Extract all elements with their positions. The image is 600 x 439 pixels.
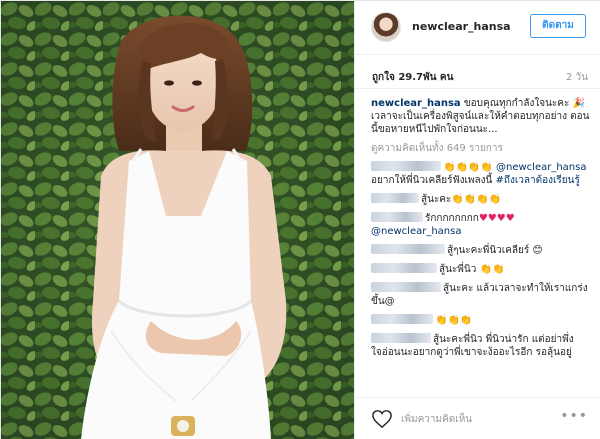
comment-item: สู้นะคะ แล้วเวลาจะทำให้เราแกร่งขึ้น@: [371, 282, 594, 308]
caption: newclear_hansa ขอบคุณทุกกำลังใจนะคะ 🎉 เว…: [371, 97, 594, 136]
likes-count[interactable]: ถูกใจ 29.7พัน คน: [372, 70, 453, 85]
post-photo[interactable]: [1, 1, 354, 439]
post-time[interactable]: 2 วัน: [566, 70, 588, 85]
comment-item: 👏👏👏: [371, 314, 594, 327]
comment-item: 👏👏👏👏 @newclear_hansa อยากให้พี่นิวเคลียร…: [371, 161, 594, 187]
comment-mention[interactable]: @newclear_hansa: [371, 226, 461, 237]
blurred-username[interactable]: [371, 263, 437, 273]
blurred-username[interactable]: [371, 161, 441, 171]
blurred-username[interactable]: [371, 244, 445, 254]
comment-text: รักกกกกกกก: [425, 213, 479, 224]
comment-item: สู้นะคะ👏👏👏👏: [371, 193, 594, 206]
blurred-username[interactable]: [371, 333, 431, 343]
post-side-panel: newclear_hansa ติดตาม ถูกใจ 29.7พัน คน 2…: [354, 1, 600, 439]
instagram-post: newclear_hansa ติดตาม ถูกใจ 29.7พัน คน 2…: [0, 0, 600, 439]
heart-emoji: ♥♥♥♥: [478, 213, 515, 224]
blurred-username[interactable]: [371, 314, 433, 324]
comment-item: รักกกกกกกก♥♥♥♥ @newclear_hansa: [371, 212, 594, 238]
comment-footer: •••: [355, 397, 600, 439]
comment-item: สู้นะพี่นิว 👏👏: [371, 263, 594, 276]
comment-text: อยากให้พี่นิวเคลียร์ฟังเพลงนี้: [371, 175, 496, 186]
comment-mention[interactable]: @newclear_hansa: [496, 162, 586, 173]
post-header: newclear_hansa ติดตาม: [355, 1, 600, 55]
comment-text: สู้ๆนะคะพี่นิวเคลียร์ 😊: [447, 245, 543, 256]
more-options-icon[interactable]: •••: [560, 408, 588, 424]
follow-button[interactable]: ติดตาม: [530, 14, 586, 38]
comment-item: สู้นะคะพี่นิว พี่นิวน่ารัก แต่อย่าพึ่งใจ…: [371, 333, 594, 359]
add-comment-input[interactable]: [401, 408, 551, 430]
view-all-comments-link[interactable]: ดูความคิดเห็นทั้ง 649 รายการ: [371, 142, 594, 155]
heart-outline-icon[interactable]: [371, 409, 393, 429]
blurred-username[interactable]: [371, 193, 419, 203]
comment-item: สู้ๆนะคะพี่นิวเคลียร์ 😊: [371, 244, 594, 257]
comment-text: สู้นะพี่นิว 👏👏: [439, 264, 505, 275]
header-username[interactable]: newclear_hansa: [412, 20, 511, 33]
comment-text: 👏👏👏: [435, 315, 473, 326]
caption-username[interactable]: newclear_hansa: [371, 98, 461, 109]
comment-hashtag[interactable]: #ถึงเวลาต้องเรียนรู้: [496, 175, 580, 186]
portrait-image: [1, 1, 354, 439]
blurred-username[interactable]: [371, 282, 441, 292]
likes-row: ถูกใจ 29.7พัน คน 2 วัน: [355, 57, 600, 89]
comment-emoji: 👏👏👏👏: [443, 162, 493, 173]
blurred-username[interactable]: [371, 212, 423, 222]
comments-list: newclear_hansa ขอบคุณทุกกำลังใจนะคะ 🎉 เว…: [371, 97, 594, 397]
avatar[interactable]: [371, 12, 401, 42]
comment-text: สู้นะคะ👏👏👏👏: [421, 194, 502, 205]
